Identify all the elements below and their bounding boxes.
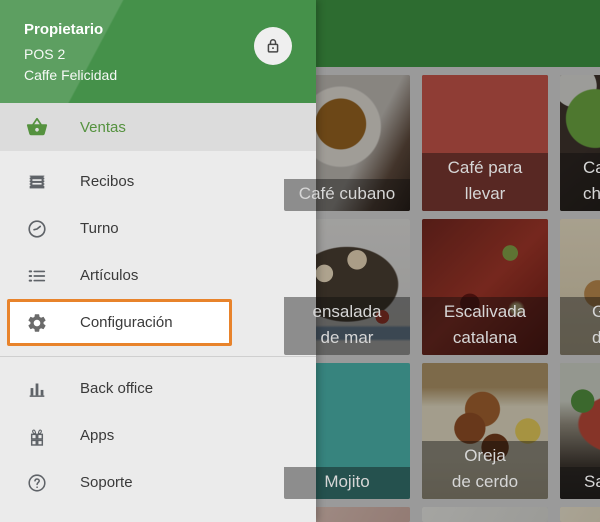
pos-app-screen: Café cubano Café para llevar Cal chi ens… <box>0 0 600 522</box>
sidebar-item-label: Configuración <box>80 314 173 331</box>
product-label: ensalada de mar <box>284 297 410 355</box>
sidebar-item-label: Ventas <box>80 119 126 136</box>
product-label: G d <box>560 297 600 355</box>
product-tile-partial[interactable] <box>560 507 600 522</box>
product-tile-partial[interactable] <box>422 507 548 522</box>
gear-icon <box>26 312 48 334</box>
drawer-header: Propietario POS 2 Caffe Felicidad <box>0 0 316 103</box>
product-tile-oreja-de-cerdo[interactable]: Oreja de cerdo <box>422 363 548 499</box>
sidebar-item-recibos[interactable]: Recibos <box>0 158 316 205</box>
product-tile-partial[interactable]: G d <box>560 219 600 355</box>
help-icon <box>26 472 48 494</box>
sidebar-item-label: Artículos <box>80 267 138 284</box>
product-label: Café cubano <box>284 179 410 211</box>
sidebar-item-configuracion[interactable]: Configuración <box>7 299 232 346</box>
product-tile-partial[interactable]: Cal chi <box>560 75 600 211</box>
navigation-drawer: Propietario POS 2 Caffe Felicidad <box>0 0 316 522</box>
product-photo <box>560 507 600 522</box>
lock-icon <box>263 36 283 56</box>
store-name: Caffe Felicidad <box>24 67 117 83</box>
menu-spacer <box>0 151 316 158</box>
product-tile-partial[interactable]: Sa <box>560 363 600 499</box>
product-tile-cafe-para-llevar[interactable]: Café para llevar <box>422 75 548 211</box>
basket-icon <box>26 116 48 138</box>
sidebar-item-turno[interactable]: Turno <box>0 205 316 252</box>
product-label: Escalivada catalana <box>422 297 548 355</box>
sidebar-item-articulos[interactable]: Artículos <box>0 252 316 299</box>
sidebar-item-label: Recibos <box>80 173 134 190</box>
product-label: Sa <box>560 467 600 499</box>
list-icon <box>26 265 48 287</box>
sidebar-item-back-office[interactable]: Back office <box>0 365 316 412</box>
clock-icon <box>26 218 48 240</box>
sidebar-item-label: Apps <box>80 427 114 444</box>
user-role: Propietario <box>24 21 103 38</box>
product-label: Cal chi <box>560 153 600 211</box>
sidebar-item-label: Soporte <box>80 474 133 491</box>
bar-chart-icon <box>26 378 48 400</box>
menu-divider <box>0 356 316 357</box>
receipt-icon <box>26 171 48 193</box>
product-tile-escalivada-catalana[interactable]: Escalivada catalana <box>422 219 548 355</box>
lock-button[interactable] <box>254 27 292 65</box>
sidebar-item-label: Turno <box>80 220 119 237</box>
product-label: Mojito <box>284 467 410 499</box>
product-photo <box>422 507 548 522</box>
pos-name: POS 2 <box>24 46 65 62</box>
product-label: Oreja de cerdo <box>422 441 548 499</box>
sidebar-item-soporte[interactable]: Soporte <box>0 459 316 506</box>
sidebar-item-label: Back office <box>80 380 153 397</box>
gift-icon <box>26 425 48 447</box>
sidebar-item-apps[interactable]: Apps <box>0 412 316 459</box>
drawer-menu: Ventas <box>0 103 316 506</box>
product-label: Café para llevar <box>422 153 548 211</box>
sidebar-item-ventas[interactable]: Ventas <box>0 103 316 151</box>
